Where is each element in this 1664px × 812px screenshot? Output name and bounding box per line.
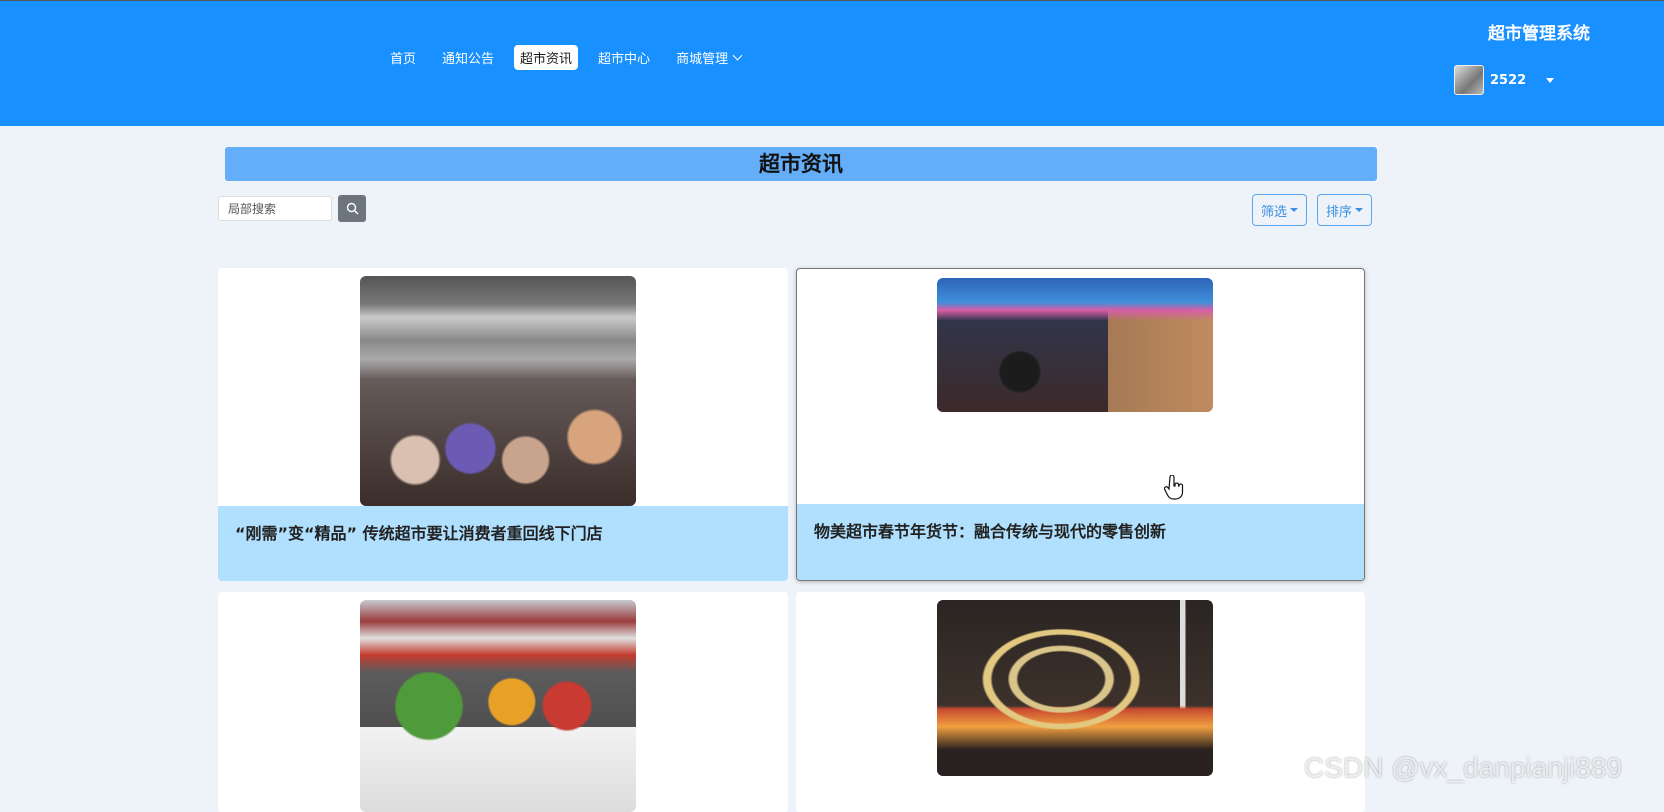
page-title: 超市资讯	[225, 147, 1377, 181]
article-image	[937, 278, 1213, 412]
search-input[interactable]	[218, 196, 332, 221]
filter-dropdown-button[interactable]: 筛选	[1252, 194, 1308, 226]
article-image	[937, 600, 1213, 776]
nav-item-label: 超市中心	[598, 52, 651, 67]
caret-down-icon	[1546, 77, 1555, 83]
nav-item-news[interactable]: 超市资讯	[514, 45, 579, 70]
caret-down-icon	[1355, 208, 1364, 212]
search-icon	[346, 202, 358, 215]
main-nav: 首页 通知公告 超市资讯 超市中心 商城管理	[384, 45, 761, 70]
nav-item-mall-management[interactable]: 商城管理	[670, 45, 747, 70]
article-image	[360, 276, 636, 506]
caret-down-icon	[1290, 208, 1299, 212]
sort-label: 排序	[1326, 204, 1353, 220]
watermark: CSDN @vx_danpianji889	[1304, 752, 1622, 783]
top-navbar: 首页 通知公告 超市资讯 超市中心 商城管理 超市管理系统 2522	[0, 0, 1664, 126]
user-name: 2522	[1490, 72, 1527, 88]
article-card[interactable]: “刚需”变“精品” 传统超市要让消费者重回线下门店	[218, 268, 788, 581]
nav-item-center[interactable]: 超市中心	[592, 45, 656, 70]
nav-item-notices[interactable]: 通知公告	[436, 45, 500, 70]
hand-cursor-icon	[1164, 475, 1184, 500]
nav-item-home[interactable]: 首页	[384, 45, 422, 70]
search-button[interactable]	[338, 195, 366, 222]
avatar	[1454, 65, 1484, 95]
nav-item-label: 超市资讯	[520, 52, 573, 67]
sort-dropdown-button[interactable]: 排序	[1317, 194, 1373, 226]
article-image	[360, 600, 636, 812]
article-card[interactable]	[218, 592, 788, 812]
user-menu[interactable]: 2522	[1454, 65, 1555, 95]
article-title: 物美超市春节年货节：融合传统与现代的零售创新	[797, 504, 1364, 580]
chevron-down-icon	[732, 50, 743, 61]
filter-label: 筛选	[1261, 204, 1288, 220]
site-title: 超市管理系统	[1488, 24, 1590, 44]
article-card[interactable]	[796, 592, 1365, 812]
nav-item-label: 商城管理	[676, 52, 729, 67]
nav-item-label: 首页	[390, 52, 417, 67]
article-title: “刚需”变“精品” 传统超市要让消费者重回线下门店	[218, 506, 788, 581]
nav-item-label: 通知公告	[442, 52, 495, 67]
article-card[interactable]: 物美超市春节年货节：融合传统与现代的零售创新	[796, 268, 1365, 581]
